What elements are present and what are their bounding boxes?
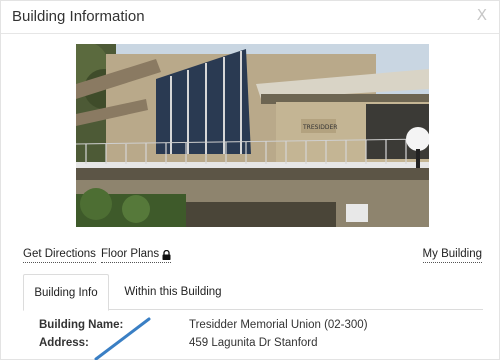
- building-sign: TRESIDDER: [302, 124, 337, 131]
- building-name-value: Tresidder Memorial Union (02-300): [189, 319, 368, 331]
- tab-within-building[interactable]: Within this Building: [123, 274, 223, 310]
- floor-plans-link[interactable]: Floor Plans: [101, 247, 172, 263]
- info-row-building-name: Building Name: Tresidder Memorial Union …: [39, 319, 479, 337]
- building-photo: TRESIDDER: [76, 44, 429, 227]
- get-directions-link[interactable]: Get Directions: [23, 247, 96, 263]
- my-building-link[interactable]: My Building: [422, 247, 482, 263]
- dialog-header: Building Information X: [1, 1, 499, 34]
- info-row-address: Address: 459 Lagunita Dr Stanford: [39, 337, 479, 355]
- address-label: Address:: [39, 337, 89, 349]
- tab-bar: Building Info Within this Building: [23, 274, 483, 311]
- building-info-panel: Building Name: Tresidder Memorial Union …: [39, 319, 479, 355]
- action-links: Get Directions Floor Plans My Building: [23, 247, 482, 265]
- lock-icon: [162, 249, 171, 260]
- building-name-label: Building Name:: [39, 319, 124, 331]
- building-info-dialog: Building Information X TRESIDDER Get Dir…: [0, 0, 500, 360]
- dialog-title: Building Information: [12, 8, 145, 25]
- close-button[interactable]: X: [477, 6, 487, 24]
- address-value: 459 Lagunita Dr Stanford: [189, 337, 318, 349]
- tab-building-info[interactable]: Building Info: [23, 274, 109, 311]
- floor-plans-label: Floor Plans: [101, 248, 160, 260]
